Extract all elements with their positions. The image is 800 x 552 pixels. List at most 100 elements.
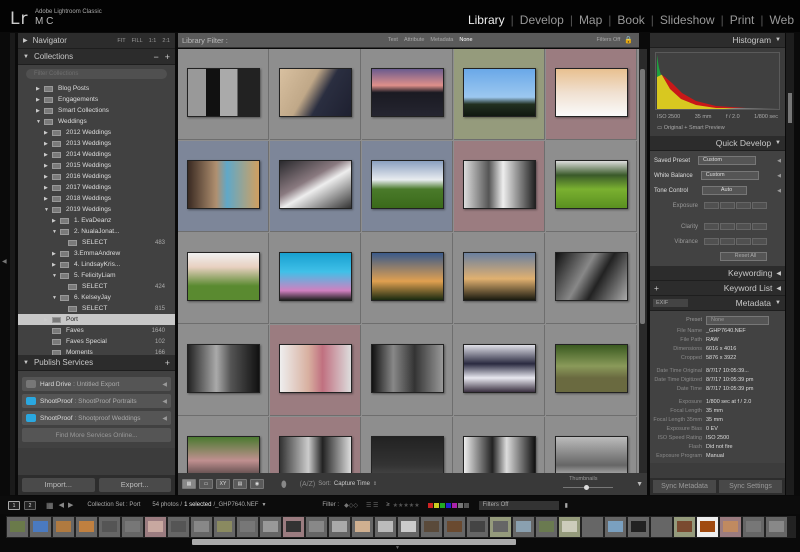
grid-cell[interactable] — [178, 417, 269, 473]
compare-view-button[interactable]: XY — [216, 479, 230, 489]
filmstrip-frame[interactable] — [283, 517, 304, 537]
navigator-zoom-fill[interactable]: FILL — [132, 38, 143, 44]
keywording-header[interactable]: Keywording ◀ — [650, 266, 785, 281]
lock-icon[interactable]: 🔒 — [624, 36, 633, 44]
filmstrip-frame[interactable] — [513, 517, 534, 537]
filmstrip-frame[interactable] — [237, 517, 258, 537]
increase-button[interactable] — [736, 202, 751, 209]
photo-thumbnail[interactable] — [371, 252, 444, 301]
collection-item[interactable]: ▼ 2. NualaJonat... — [18, 226, 175, 237]
grid-cell[interactable] — [178, 325, 269, 416]
grid-cell[interactable] — [546, 325, 637, 416]
filmstrip-frame[interactable] — [467, 517, 488, 537]
increase-button[interactable] — [736, 223, 751, 230]
filmstrip-frame[interactable] — [53, 517, 74, 537]
sync-metadata-button[interactable]: Sync Metadata — [653, 480, 716, 493]
filter-tab-metadata[interactable]: Metadata — [430, 37, 453, 43]
add-keyword-icon[interactable]: + — [654, 283, 659, 293]
photo-thumbnail[interactable] — [555, 436, 628, 473]
disclosure-icon[interactable]: ▶ — [44, 152, 52, 158]
disclosure-icon[interactable]: ▶ — [44, 130, 52, 136]
grid-cell[interactable] — [454, 233, 545, 324]
navigator-zoom-fit[interactable]: FIT — [117, 38, 125, 44]
filmstrip-frame[interactable] — [559, 517, 580, 537]
grid-cell[interactable] — [454, 49, 545, 140]
increase-large-button[interactable] — [752, 238, 767, 245]
grid-cell[interactable] — [178, 141, 269, 232]
photo-thumbnail[interactable] — [279, 160, 352, 209]
grid-scrollbar[interactable] — [639, 49, 647, 473]
rating-operator[interactable]: ≥ — [386, 502, 389, 508]
module-map[interactable]: Map — [579, 13, 602, 27]
expand-icon[interactable]: ◀ — [777, 158, 781, 164]
decrease-large-button[interactable] — [704, 223, 719, 230]
filmstrip-frame[interactable] — [7, 517, 28, 537]
photo-thumbnail[interactable] — [279, 252, 352, 301]
collection-item[interactable]: ▶ 2017 Weddings — [18, 182, 175, 193]
filmstrip-frame[interactable] — [329, 517, 350, 537]
expand-icon[interactable]: ◀ — [777, 188, 781, 194]
collection-item[interactable]: ▶ 2014 Weddings — [18, 149, 175, 160]
disclosure-icon[interactable]: ▶ — [44, 185, 52, 191]
collection-item[interactable]: ▶ 3.EmmaAndrew — [18, 248, 175, 259]
filmstrip-frame[interactable] — [352, 517, 373, 537]
publish-service-item[interactable]: ShootProof: ShootProof Portraits ◀ — [22, 394, 171, 408]
photo-thumbnail[interactable] — [371, 68, 444, 117]
filmstrip-frame[interactable] — [651, 517, 672, 537]
filmstrip-frame[interactable] — [306, 517, 327, 537]
collection-item[interactable]: Moments 166 — [18, 347, 175, 355]
color-label-filter[interactable] — [427, 502, 469, 508]
module-print[interactable]: Print — [730, 13, 755, 27]
grid-cell[interactable] — [362, 417, 453, 473]
survey-view-button[interactable]: ▤ — [233, 479, 247, 489]
grid-cell[interactable] — [270, 417, 361, 473]
collection-item[interactable]: Faves Special 102 — [18, 336, 175, 347]
left-panel-collapse-icon[interactable]: ◀ — [2, 258, 7, 265]
remove-collection-icon[interactable]: − — [153, 52, 158, 62]
filmstrip-frame[interactable] — [99, 517, 120, 537]
publish-services-header[interactable]: ▼ Publish Services + — [18, 355, 175, 371]
grid-cell[interactable] — [362, 325, 453, 416]
metadata-header[interactable]: EXIF Metadata ▼ — [650, 296, 785, 311]
left-panel-scrollbar[interactable] — [10, 33, 15, 495]
photo-thumbnail[interactable] — [279, 344, 352, 393]
photo-thumbnail[interactable] — [279, 68, 352, 117]
import-button[interactable]: Import... — [22, 478, 95, 492]
module-develop[interactable]: Develop — [520, 13, 564, 27]
grid-cell[interactable] — [454, 325, 545, 416]
photo-thumbnail[interactable] — [463, 344, 536, 393]
filmstrip-frame[interactable] — [674, 517, 695, 537]
disclosure-icon[interactable]: ▶ — [44, 174, 52, 180]
grid-cell[interactable] — [270, 233, 361, 324]
quick-develop-header[interactable]: Quick Develop ▼ — [650, 136, 785, 151]
filmstrip-frame[interactable] — [605, 517, 626, 537]
disclosure-icon[interactable]: ▼ — [52, 295, 60, 301]
grid-cell[interactable] — [178, 49, 269, 140]
grid-cell[interactable] — [270, 141, 361, 232]
disclosure-icon[interactable]: ▶ — [44, 196, 52, 202]
expand-icon[interactable]: ◀ — [162, 381, 167, 388]
collection-item[interactable]: ▼ Weddings — [18, 116, 175, 127]
grid-cell[interactable] — [454, 141, 545, 232]
right-panel-scrollbar[interactable] — [786, 33, 794, 495]
filmstrip-frame[interactable] — [766, 517, 787, 537]
collection-item[interactable]: ▶ 2018 Weddings — [18, 193, 175, 204]
grid-cell[interactable] — [362, 141, 453, 232]
expand-icon[interactable]: ◀ — [777, 173, 781, 179]
collection-item[interactable]: ▶ Port — [18, 314, 175, 325]
photo-thumbnail[interactable] — [555, 344, 628, 393]
metadata-preset-select[interactable]: None — [706, 315, 769, 325]
collection-item[interactable]: ▶ 1. EvaDeanz — [18, 215, 175, 226]
filmstrip-frame[interactable] — [122, 517, 143, 537]
collection-item[interactable]: ▶ 2012 Weddings — [18, 127, 175, 138]
filmstrip-frame[interactable] — [536, 517, 557, 537]
photo-thumbnail[interactable] — [279, 436, 352, 473]
decrease-large-button[interactable] — [704, 202, 719, 209]
people-view-button[interactable]: ◉ — [250, 479, 264, 489]
collection-item[interactable]: ▶ 4. LindsayKris... — [18, 259, 175, 270]
photo-thumbnail[interactable] — [555, 252, 628, 301]
expand-icon[interactable]: ◀ — [162, 398, 167, 405]
sort-select[interactable]: Capture Time — [334, 481, 370, 487]
filmstrip-frame[interactable] — [375, 517, 396, 537]
filter-lock-icon[interactable]: ▮ — [565, 502, 568, 509]
